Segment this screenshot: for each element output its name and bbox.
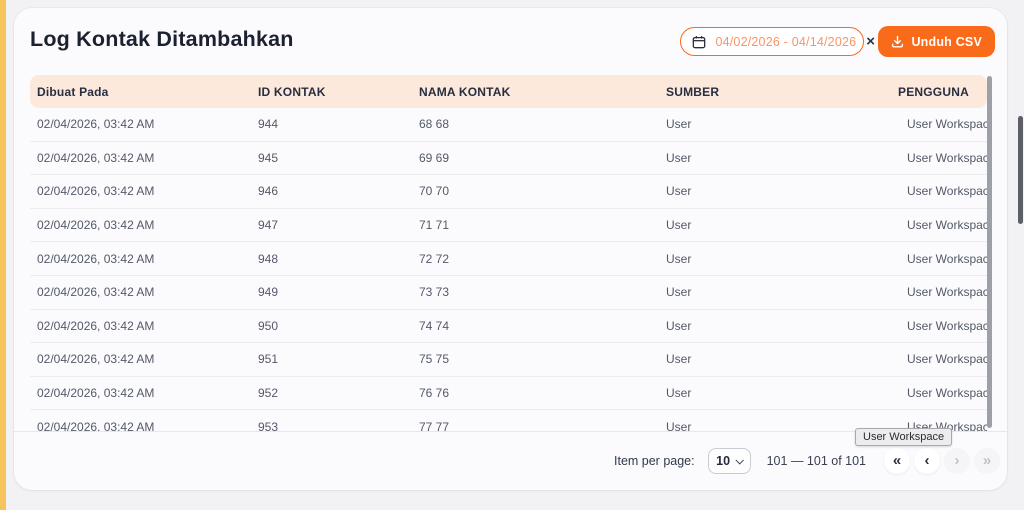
- cell-created: 02/04/2026, 03:42 AM: [30, 285, 251, 299]
- pagination-range: 101 — 101 of 101: [767, 454, 866, 468]
- table-header-row: Dibuat Pada ID KONTAK NAMA KONTAK SUMBER…: [30, 75, 987, 108]
- previous-page-icon: ‹: [925, 453, 930, 468]
- chevron-down-icon: [736, 456, 744, 464]
- cell-user: User Workspace: [891, 285, 987, 299]
- cell-id: 953: [251, 420, 412, 431]
- cell-name: 74 74: [412, 319, 659, 333]
- col-header-created: Dibuat Pada: [30, 85, 251, 99]
- cell-name: 69 69: [412, 151, 659, 165]
- download-csv-button[interactable]: Unduh CSV: [878, 26, 995, 57]
- toolbar: 04/02/2026 - 04/14/2026 × Unduh CSV: [680, 26, 995, 57]
- cell-name: 70 70: [412, 184, 659, 198]
- cell-name: 76 76: [412, 386, 659, 400]
- cell-user: User Workspace: [891, 151, 987, 165]
- hover-tooltip: User Workspace: [855, 428, 952, 446]
- cell-created: 02/04/2026, 03:42 AM: [30, 151, 251, 165]
- contacts-table: Dibuat Pada ID KONTAK NAMA KONTAK SUMBER…: [30, 75, 987, 431]
- download-icon: [891, 35, 904, 48]
- col-header-source: SUMBER: [659, 85, 891, 99]
- cell-source: User: [659, 151, 891, 165]
- cell-source: User: [659, 386, 891, 400]
- col-header-id: ID KONTAK: [251, 85, 412, 99]
- table-row: 02/04/2026, 03:42 AM 946 70 70 User User…: [30, 175, 987, 209]
- items-per-page-select[interactable]: 10: [708, 448, 751, 474]
- cell-created: 02/04/2026, 03:42 AM: [30, 420, 251, 431]
- cell-id: 945: [251, 151, 412, 165]
- cell-source: User: [659, 252, 891, 266]
- table-row: 02/04/2026, 03:42 AM 951 75 75 User User…: [30, 343, 987, 377]
- download-csv-label: Unduh CSV: [911, 35, 982, 49]
- cell-created: 02/04/2026, 03:42 AM: [30, 218, 251, 232]
- first-page-icon: «: [893, 453, 901, 468]
- calendar-icon: [692, 35, 706, 49]
- first-page-button[interactable]: «: [884, 448, 910, 474]
- cell-name: 75 75: [412, 352, 659, 366]
- cell-source: User: [659, 218, 891, 232]
- cell-user: User Workspace: [891, 386, 987, 400]
- cell-created: 02/04/2026, 03:42 AM: [30, 352, 251, 366]
- cell-name: 68 68: [412, 117, 659, 131]
- cell-user: User Workspace: [891, 184, 987, 198]
- left-accent-strip: [0, 0, 6, 510]
- cell-user: User Workspace: [891, 319, 987, 333]
- previous-page-button[interactable]: ‹: [914, 448, 940, 474]
- cell-source: User: [659, 352, 891, 366]
- cell-id: 951: [251, 352, 412, 366]
- cell-id: 950: [251, 319, 412, 333]
- cell-id: 946: [251, 184, 412, 198]
- cell-source: User: [659, 117, 891, 131]
- cell-name: 72 72: [412, 252, 659, 266]
- table-row: 02/04/2026, 03:42 AM 950 74 74 User User…: [30, 310, 987, 344]
- table-row: 02/04/2026, 03:42 AM 948 72 72 User User…: [30, 242, 987, 276]
- cell-source: User: [659, 285, 891, 299]
- page-title: Log Kontak Ditambahkan: [30, 24, 294, 54]
- clear-date-icon[interactable]: ×: [865, 34, 876, 49]
- table-scrollbar-thumb[interactable]: [987, 76, 992, 428]
- cell-id: 947: [251, 218, 412, 232]
- log-card: Log Kontak Ditambahkan 04/02/2026 - 04/1…: [14, 8, 1007, 490]
- cell-user: User Workspace: [891, 352, 987, 366]
- col-header-name: NAMA KONTAK: [412, 85, 659, 99]
- date-range-value: 04/02/2026 - 04/14/2026: [715, 35, 856, 49]
- cell-source: User: [659, 184, 891, 198]
- cell-created: 02/04/2026, 03:42 AM: [30, 319, 251, 333]
- cell-user: User Workspace: [891, 252, 987, 266]
- cell-created: 02/04/2026, 03:42 AM: [30, 252, 251, 266]
- cell-id: 952: [251, 386, 412, 400]
- cell-name: 71 71: [412, 218, 659, 232]
- table-row: 02/04/2026, 03:42 AM 949 73 73 User User…: [30, 276, 987, 310]
- cell-user: User Workspace: [891, 117, 987, 131]
- table-row: 02/04/2026, 03:42 AM 953 77 77 User User…: [30, 410, 987, 431]
- cell-user: User Workspace: [891, 218, 987, 232]
- cell-created: 02/04/2026, 03:42 AM: [30, 117, 251, 131]
- items-per-page-label: Item per page:: [614, 454, 695, 468]
- cell-id: 944: [251, 117, 412, 131]
- col-header-user: PENGGUNA: [891, 85, 987, 99]
- last-page-button[interactable]: »: [974, 448, 1000, 474]
- items-per-page-value: 10: [716, 454, 730, 468]
- cell-created: 02/04/2026, 03:42 AM: [30, 184, 251, 198]
- cell-created: 02/04/2026, 03:42 AM: [30, 386, 251, 400]
- table-row: 02/04/2026, 03:42 AM 945 69 69 User User…: [30, 142, 987, 176]
- cell-name: 73 73: [412, 285, 659, 299]
- cell-id: 949: [251, 285, 412, 299]
- next-page-icon: ›: [955, 453, 960, 468]
- cell-name: 77 77: [412, 420, 659, 431]
- table-body: 02/04/2026, 03:42 AM 944 68 68 User User…: [30, 108, 987, 431]
- cell-source: User: [659, 319, 891, 333]
- table-row: 02/04/2026, 03:42 AM 944 68 68 User User…: [30, 108, 987, 142]
- date-range-picker[interactable]: 04/02/2026 - 04/14/2026 ×: [680, 27, 864, 56]
- table-row: 02/04/2026, 03:42 AM 947 71 71 User User…: [30, 209, 987, 243]
- cell-id: 948: [251, 252, 412, 266]
- next-page-button[interactable]: ›: [944, 448, 970, 474]
- last-page-icon: »: [983, 453, 991, 468]
- page-scrollbar-thumb[interactable]: [1018, 116, 1023, 224]
- table-row: 02/04/2026, 03:42 AM 952 76 76 User User…: [30, 377, 987, 411]
